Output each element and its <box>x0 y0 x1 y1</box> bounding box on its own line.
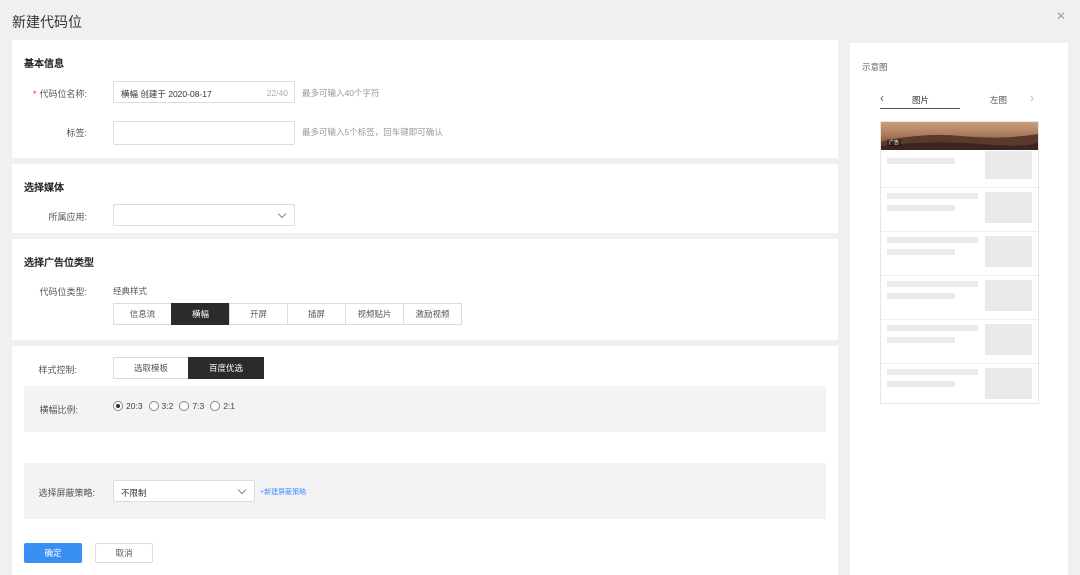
app-select[interactable] <box>113 204 295 226</box>
strategy-label: 选择屏蔽策略: <box>38 488 95 498</box>
preview-title: 示意图 <box>862 62 888 72</box>
chevron-down-icon <box>277 209 287 219</box>
radio-icon <box>148 401 159 411</box>
style-label: 样式控制: <box>38 365 77 375</box>
app-label: 所属应用: <box>48 212 87 222</box>
name-hint: 最多可输入40个字符 <box>302 88 380 98</box>
name-input[interactable]: 横幅 创建于 2020-08-17 22/40 <box>113 81 295 103</box>
section-title-basic: 基本信息 <box>24 59 64 70</box>
style-option-group: 选取模板 百度优选 <box>113 357 264 379</box>
placeholder-bar <box>887 293 955 299</box>
strategy-box: 选择屏蔽策略: 不限制 +新建屏蔽策略 <box>24 463 826 519</box>
feed-item <box>881 187 1038 231</box>
placeholder-bar <box>887 158 955 164</box>
ratio-radio-group: 20:3 3:2 7:3 2:1 <box>113 401 241 411</box>
ratio-label: 横幅比例: <box>39 405 78 415</box>
classic-style-label: 经典样式 <box>113 286 148 296</box>
ratio-option-3-2[interactable]: 3:2 <box>148 401 174 411</box>
placeholder-bar <box>887 193 978 199</box>
type-interstitial-button[interactable]: 插屏 <box>287 303 346 325</box>
placeholder-thumb <box>985 280 1032 311</box>
placeholder-bar <box>887 369 978 375</box>
type-label: 代码位类型: <box>39 287 87 297</box>
type-banner-button[interactable]: 横幅 <box>171 303 230 325</box>
ratio-option-label: 7:3 <box>192 401 205 411</box>
ratio-option-20-3[interactable]: 20:3 <box>113 401 143 411</box>
name-label: * 代码位名称: <box>22 87 87 100</box>
dialog-title: 新建代码位 <box>12 14 82 30</box>
feed-item <box>881 231 1038 275</box>
preview-tabs: ‹ 图片 左图 › <box>880 91 1040 109</box>
chevron-down-icon <box>237 485 247 495</box>
section-title-adtype: 选择广告位类型 <box>24 258 94 269</box>
ratio-option-label: 3:2 <box>161 401 174 411</box>
placeholder-thumb <box>985 151 1032 179</box>
ad-type-group: 信息流 横幅 开屏 插屏 视频贴片 激励视频 <box>113 303 462 325</box>
chevron-right-icon[interactable]: › <box>1030 91 1034 105</box>
close-icon[interactable]: × <box>1054 9 1068 25</box>
radio-icon <box>179 401 190 411</box>
type-video-patch-button[interactable]: 视频贴片 <box>345 303 404 325</box>
placeholder-bar <box>887 249 955 255</box>
name-char-count: 22/40 <box>266 88 288 98</box>
feed-item <box>881 363 1038 403</box>
confirm-button[interactable]: 确定 <box>24 543 82 563</box>
placeholder-thumb <box>985 324 1032 355</box>
strategy-select[interactable]: 不限制 <box>113 480 255 502</box>
active-tab-underline <box>880 108 960 109</box>
ratio-box: 横幅比例: 20:3 3:2 7:3 2:1 <box>24 386 826 432</box>
chevron-left-icon[interactable]: ‹ <box>880 91 884 105</box>
cancel-button[interactable]: 取消 <box>95 543 153 563</box>
ratio-option-label: 20:3 <box>126 401 143 411</box>
placeholder-thumb <box>985 236 1032 267</box>
ratio-option-2-1[interactable]: 2:1 <box>210 401 235 411</box>
placeholder-bar <box>887 237 978 243</box>
new-strategy-link[interactable]: +新建屏蔽策略 <box>260 487 306 497</box>
media-panel: 选择媒体 所属应用: <box>12 164 838 233</box>
name-input-value: 横幅 创建于 2020-08-17 <box>121 89 212 99</box>
placeholder-bar <box>887 381 955 387</box>
style-panel: 样式控制: 选取模板 百度优选 横幅比例: 20:3 3:2 7:3 2:1 选… <box>12 346 838 575</box>
radio-checked-icon <box>113 401 123 411</box>
placeholder-thumb <box>985 192 1032 223</box>
style-template-button[interactable]: 选取模板 <box>113 357 189 379</box>
preview-tab-left-image[interactable]: 左图 <box>990 94 1007 106</box>
preview-panel: 示意图 ‹ 图片 左图 › 广告 <box>850 43 1068 575</box>
type-splash-button[interactable]: 开屏 <box>229 303 288 325</box>
placeholder-bar <box>887 281 978 287</box>
tag-input[interactable] <box>113 121 295 145</box>
tag-label: 标签: <box>66 128 87 138</box>
feed-item <box>881 319 1038 363</box>
required-mark: * <box>32 89 37 99</box>
ratio-option-label: 2:1 <box>223 401 236 411</box>
placeholder-thumb <box>985 368 1032 399</box>
type-feed-button[interactable]: 信息流 <box>113 303 172 325</box>
name-label-text: 代码位名称: <box>39 89 87 99</box>
feed-item <box>881 143 1038 187</box>
strategy-select-value: 不限制 <box>121 488 147 498</box>
basic-info-panel: 基本信息 * 代码位名称: 横幅 创建于 2020-08-17 22/40 最多可… <box>12 40 838 158</box>
phone-mockup: 广告 <box>880 121 1039 404</box>
placeholder-bar <box>887 205 955 211</box>
radio-icon <box>210 401 221 411</box>
placeholder-bar <box>887 337 955 343</box>
style-baidu-button[interactable]: 百度优选 <box>188 357 264 379</box>
tag-hint: 最多可输入5个标签，回车键即可确认 <box>302 127 443 137</box>
preview-tab-image[interactable]: 图片 <box>912 94 929 106</box>
type-reward-video-button[interactable]: 激励视频 <box>403 303 462 325</box>
section-title-media: 选择媒体 <box>24 183 64 194</box>
adtype-panel: 选择广告位类型 代码位类型: 经典样式 信息流 横幅 开屏 插屏 视频贴片 激励… <box>12 239 838 340</box>
feed-item <box>881 275 1038 319</box>
ratio-option-7-3[interactable]: 7:3 <box>179 401 204 411</box>
placeholder-bar <box>887 325 978 331</box>
